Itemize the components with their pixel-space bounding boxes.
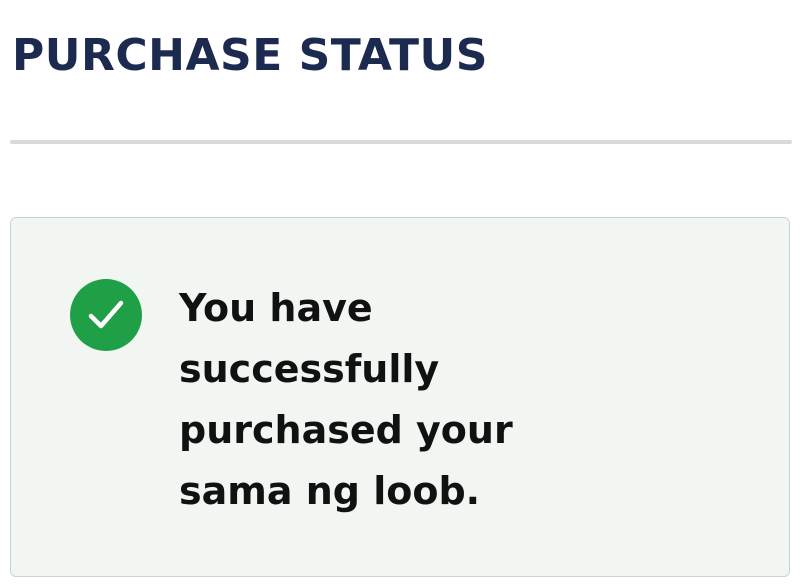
header-divider <box>10 140 792 144</box>
page-title: PURCHASE STATUS <box>12 30 488 81</box>
purchase-status-card: You have successfully purchased your sam… <box>10 217 790 577</box>
success-message: You have successfully purchased your sam… <box>179 286 513 513</box>
check-circle-icon <box>70 279 142 351</box>
